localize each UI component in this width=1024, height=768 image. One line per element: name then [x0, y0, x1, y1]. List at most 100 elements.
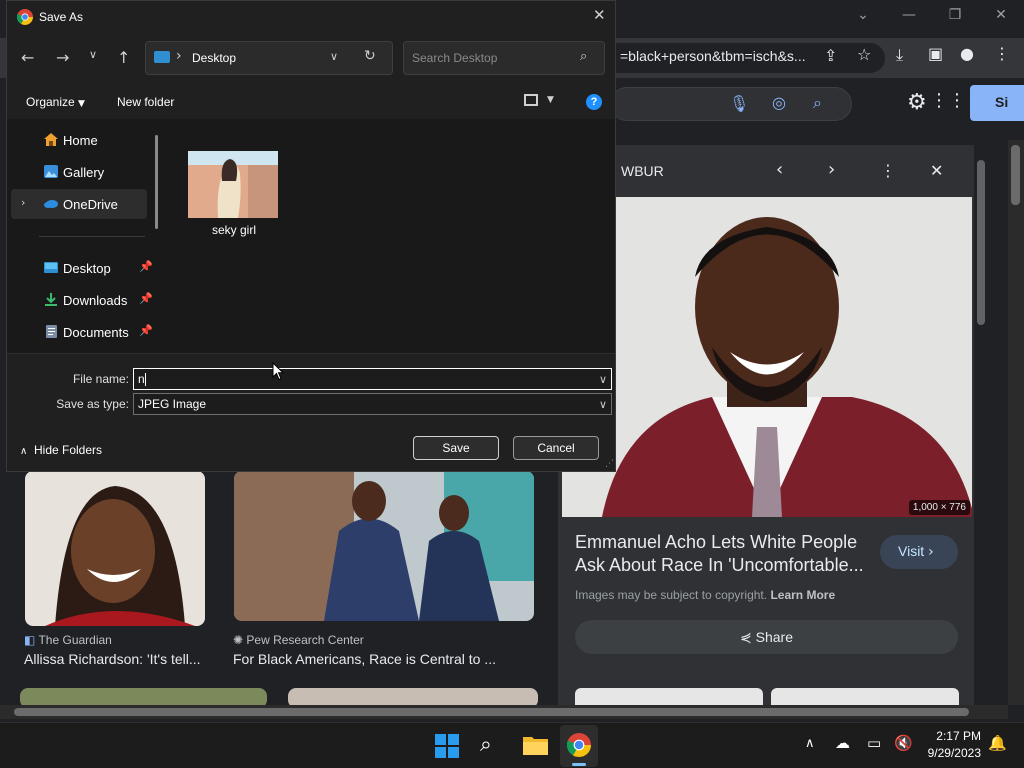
search-desktop-input[interactable]: Search Desktop ⌕: [403, 41, 605, 75]
visit-button[interactable]: Visit ›: [880, 535, 958, 569]
result-thumbnail[interactable]: [234, 471, 534, 621]
result-title[interactable]: For Black Americans, Race is Central to …: [233, 651, 496, 667]
view-dropdown-icon[interactable]: ▼: [547, 95, 554, 105]
lens-icon[interactable]: ◎: [772, 93, 786, 112]
forward-arrow-icon[interactable]: →: [56, 48, 69, 67]
windows-start-icon[interactable]: [435, 734, 459, 758]
taskbar-search-icon[interactable]: ⌕: [480, 732, 492, 757]
resize-grip-icon[interactable]: ⋰: [605, 459, 614, 469]
close-window-button[interactable]: ✕: [984, 4, 1018, 26]
chrome-logo-icon: [17, 9, 33, 25]
nav-divider: [39, 236, 145, 237]
nav-item-documents[interactable]: Documents 📌: [11, 317, 153, 347]
save-button[interactable]: Save: [413, 436, 499, 460]
search-icon[interactable]: ⌕: [813, 93, 822, 113]
previous-image-icon[interactable]: ‹: [776, 159, 783, 180]
text-cursor: [144, 373, 146, 387]
file-explorer-icon[interactable]: [523, 734, 548, 756]
learn-more-link[interactable]: Learn More: [770, 588, 835, 602]
result-title[interactable]: Allissa Richardson: 'It's tell...: [24, 651, 201, 667]
dialog-close-icon[interactable]: ✕: [593, 6, 606, 24]
address-breadcrumb[interactable]: › Desktop ∨ ↻: [145, 41, 393, 75]
preview-scroll-thumb[interactable]: [977, 160, 985, 325]
next-image-icon[interactable]: ›: [828, 159, 835, 180]
minimize-button[interactable]: —: [892, 4, 926, 26]
expand-chevron-icon[interactable]: ›: [21, 196, 25, 209]
chrome-menu-icon[interactable]: ⋮: [994, 44, 1010, 63]
back-arrow-icon[interactable]: ←: [21, 48, 34, 67]
new-folder-button[interactable]: New folder: [117, 95, 174, 109]
restore-button[interactable]: ❐: [938, 4, 972, 26]
nav-item-gallery[interactable]: Gallery: [11, 157, 147, 187]
image-preview-panel: WBUR ‹ › ⋮ ✕ 1,000 × 776 Emmanuel Acho L…: [558, 145, 974, 708]
file-name-dropdown-icon[interactable]: ∨: [599, 369, 607, 391]
clock-time[interactable]: 2:17 PM: [915, 729, 981, 743]
chrome-taskbar-button[interactable]: [560, 725, 598, 767]
share-icon: ⋞: [740, 630, 752, 646]
file-name-label: seky girl: [211, 223, 256, 237]
save-type-dropdown-icon[interactable]: ∨: [599, 394, 607, 416]
file-item[interactable]: seky girl: [188, 151, 278, 237]
tray-overflow-chevron-icon[interactable]: ∧: [805, 736, 815, 751]
file-list: seky girl: [167, 119, 615, 353]
chrome-taskbar-icon: [567, 733, 591, 757]
pew-logo-icon: ✺: [233, 633, 244, 647]
hide-folders-toggle[interactable]: ∧ Hide Folders: [20, 443, 102, 457]
save-type-value: JPEG Image: [138, 397, 207, 411]
share-button[interactable]: ⋞ Share: [575, 620, 958, 654]
volume-muted-icon[interactable]: 🔇: [894, 734, 913, 752]
share-label: Share: [755, 629, 793, 645]
cancel-button[interactable]: Cancel: [513, 436, 599, 460]
tab-search-icon[interactable]: ⌄: [846, 4, 880, 26]
horizontal-scroll-thumb[interactable]: [14, 708, 969, 716]
file-name-input[interactable]: n ∨: [133, 368, 612, 390]
preview-title[interactable]: Emmanuel Acho Lets White People Ask Abou…: [575, 531, 875, 577]
bookmark-star-icon[interactable]: ☆: [857, 45, 871, 64]
help-icon[interactable]: ?: [586, 94, 602, 110]
guardian-logo-icon: ◧: [24, 633, 36, 647]
file-thumbnail: [188, 151, 278, 218]
preview-scrollbar[interactable]: [974, 145, 988, 705]
mouse-cursor-icon: [272, 362, 284, 381]
result-source: ✺ Pew Research Center: [233, 633, 364, 647]
page-vertical-scrollbar[interactable]: [1008, 140, 1024, 705]
profile-icon[interactable]: ●: [960, 44, 974, 63]
more-options-icon[interactable]: ⋮: [880, 161, 896, 180]
result-source: ◧ The Guardian: [24, 633, 112, 647]
network-icon[interactable]: ▭: [867, 734, 881, 752]
result-thumbnail[interactable]: [25, 471, 205, 626]
nav-item-downloads[interactable]: Downloads 📌: [11, 285, 153, 315]
up-arrow-icon[interactable]: ↑: [117, 48, 130, 67]
search-placeholder: Search Desktop: [412, 51, 498, 65]
download-icon[interactable]: ⤓: [896, 45, 903, 65]
visit-label: Visit: [898, 543, 925, 559]
hide-folders-label: Hide Folders: [34, 443, 103, 457]
refresh-icon[interactable]: ↻: [364, 48, 376, 64]
preview-image[interactable]: 1,000 × 776: [562, 197, 972, 517]
nav-item-desktop[interactable]: Desktop 📌: [11, 253, 153, 283]
taskbar: ⌕ ∧ ☁ ▭ 🔇 2:17 PM 9/29/2023 🔔: [0, 722, 1024, 768]
settings-gear-icon[interactable]: ⚙: [907, 90, 927, 115]
recent-locations-icon[interactable]: ∨: [89, 48, 97, 61]
preview-header: WBUR ‹ › ⋮ ✕: [558, 145, 974, 197]
onedrive-tray-icon[interactable]: ☁: [835, 734, 850, 752]
save-type-select[interactable]: JPEG Image ∨: [133, 393, 612, 415]
page-scroll-thumb[interactable]: [1011, 145, 1020, 205]
share-page-icon[interactable]: ⇪: [824, 46, 837, 65]
side-panel-icon[interactable]: ▣: [928, 44, 943, 63]
chevron-up-icon: ∧: [20, 446, 28, 457]
organize-menu[interactable]: Organize ▼: [26, 95, 85, 109]
clock-date[interactable]: 9/29/2023: [915, 746, 981, 760]
horizontal-scrollbar[interactable]: [0, 705, 1008, 719]
notification-bell-icon[interactable]: 🔔: [988, 734, 1007, 752]
address-dropdown-icon[interactable]: ∨: [330, 50, 338, 63]
close-preview-icon[interactable]: ✕: [930, 161, 943, 180]
view-options-icon[interactable]: [524, 94, 538, 106]
navpane-scrollbar[interactable]: [155, 135, 158, 229]
desktop-folder-icon: [154, 51, 170, 63]
nav-item-home[interactable]: Home: [11, 125, 147, 155]
apps-grid-icon[interactable]: ⋮⋮: [930, 90, 966, 111]
nav-item-onedrive[interactable]: › OneDrive: [11, 189, 147, 219]
sign-in-button[interactable]: Si: [970, 85, 1024, 121]
voice-search-icon[interactable]: 🎙: [729, 94, 749, 113]
